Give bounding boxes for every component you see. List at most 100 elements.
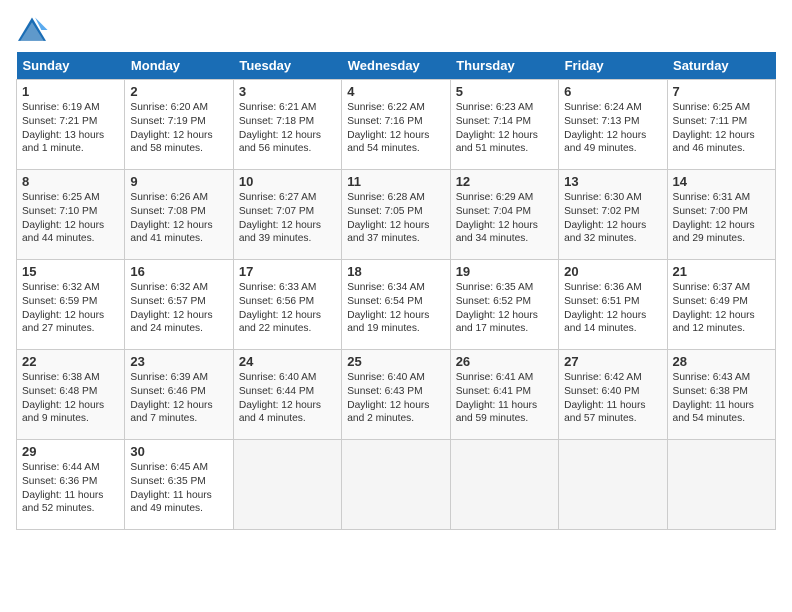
calendar-cell: 25 Sunrise: 6:40 AM Sunset: 6:43 PM Dayli… (342, 350, 450, 440)
day-number: 15 (22, 264, 119, 279)
day-number: 29 (22, 444, 119, 459)
calendar-cell: 8 Sunrise: 6:25 AM Sunset: 7:10 PM Daylig… (17, 170, 125, 260)
cell-content: Sunrise: 6:31 AM Sunset: 7:00 PM Dayligh… (673, 191, 770, 246)
day-number: 18 (347, 264, 444, 279)
calendar-table: Sunday Monday Tuesday Wednesday Thursday… (16, 52, 776, 530)
calendar-cell (233, 440, 341, 530)
week-row: 15 Sunrise: 6:32 AM Sunset: 6:59 PM Dayli… (17, 260, 776, 350)
day-number: 19 (456, 264, 553, 279)
day-number: 7 (673, 84, 770, 99)
calendar-cell: 6 Sunrise: 6:24 AM Sunset: 7:13 PM Daylig… (559, 80, 667, 170)
calendar-cell: 26 Sunrise: 6:41 AM Sunset: 6:41 PM Dayli… (450, 350, 558, 440)
cell-content: Sunrise: 6:29 AM Sunset: 7:04 PM Dayligh… (456, 191, 553, 246)
cell-content: Sunrise: 6:40 AM Sunset: 6:44 PM Dayligh… (239, 371, 336, 426)
day-number: 12 (456, 174, 553, 189)
day-number: 25 (347, 354, 444, 369)
cell-content: Sunrise: 6:39 AM Sunset: 6:46 PM Dayligh… (130, 371, 227, 426)
cell-content: Sunrise: 6:38 AM Sunset: 6:48 PM Dayligh… (22, 371, 119, 426)
col-friday: Friday (559, 52, 667, 80)
day-number: 6 (564, 84, 661, 99)
calendar-cell: 27Sunrise: 6:42 AM Sunset: 6:40 PM Dayli… (559, 350, 667, 440)
day-number: 9 (130, 174, 227, 189)
day-number: 3 (239, 84, 336, 99)
cell-content: Sunrise: 6:27 AM Sunset: 7:07 PM Dayligh… (239, 191, 336, 246)
day-number: 30 (130, 444, 227, 459)
calendar-cell: 17 Sunrise: 6:33 AM Sunset: 6:56 PM Dayli… (233, 260, 341, 350)
calendar-cell: 21Sunrise: 6:37 AM Sunset: 6:49 PM Dayli… (667, 260, 775, 350)
day-number: 1 (22, 84, 119, 99)
calendar-cell: 20Sunrise: 6:36 AM Sunset: 6:51 PM Dayli… (559, 260, 667, 350)
cell-content: Sunrise: 6:30 AM Sunset: 7:02 PM Dayligh… (564, 191, 661, 246)
calendar-cell: 3 Sunrise: 6:21 AM Sunset: 7:18 PM Daylig… (233, 80, 341, 170)
calendar-cell: 16Sunrise: 6:32 AM Sunset: 6:57 PM Dayli… (125, 260, 233, 350)
day-number: 22 (22, 354, 119, 369)
calendar-cell: 24 Sunrise: 6:40 AM Sunset: 6:44 PM Dayli… (233, 350, 341, 440)
calendar-cell: 2 Sunrise: 6:20 AM Sunset: 7:19 PM Daylig… (125, 80, 233, 170)
week-row: 8 Sunrise: 6:25 AM Sunset: 7:10 PM Daylig… (17, 170, 776, 260)
day-number: 14 (673, 174, 770, 189)
cell-content: Sunrise: 6:24 AM Sunset: 7:13 PM Dayligh… (564, 101, 661, 156)
day-number: 4 (347, 84, 444, 99)
cell-content: Sunrise: 6:25 AM Sunset: 7:11 PM Dayligh… (673, 101, 770, 156)
cell-content: Sunrise: 6:34 AM Sunset: 6:54 PM Dayligh… (347, 281, 444, 336)
calendar-cell (342, 440, 450, 530)
cell-content: Sunrise: 6:41 AM Sunset: 6:41 PM Dayligh… (456, 371, 553, 426)
calendar-cell (450, 440, 558, 530)
day-number: 26 (456, 354, 553, 369)
day-number: 5 (456, 84, 553, 99)
cell-content: Sunrise: 6:20 AM Sunset: 7:19 PM Dayligh… (130, 101, 227, 156)
calendar-cell (559, 440, 667, 530)
col-thursday: Thursday (450, 52, 558, 80)
day-number: 23 (130, 354, 227, 369)
col-monday: Monday (125, 52, 233, 80)
week-row: 22 Sunrise: 6:38 AM Sunset: 6:48 PM Dayli… (17, 350, 776, 440)
calendar-cell: 15 Sunrise: 6:32 AM Sunset: 6:59 PM Dayli… (17, 260, 125, 350)
logo-icon (16, 16, 48, 44)
calendar-cell: 10 Sunrise: 6:27 AM Sunset: 7:07 PM Dayli… (233, 170, 341, 260)
day-number: 24 (239, 354, 336, 369)
cell-content: Sunrise: 6:44 AM Sunset: 6:36 PM Dayligh… (22, 461, 119, 516)
col-wednesday: Wednesday (342, 52, 450, 80)
day-number: 10 (239, 174, 336, 189)
calendar-cell: 23 Sunrise: 6:39 AM Sunset: 6:46 PM Dayli… (125, 350, 233, 440)
calendar-cell: 29 Sunrise: 6:44 AM Sunset: 6:36 PM Dayli… (17, 440, 125, 530)
calendar-cell: 28Sunrise: 6:43 AM Sunset: 6:38 PM Dayli… (667, 350, 775, 440)
cell-content: Sunrise: 6:32 AM Sunset: 6:57 PM Dayligh… (130, 281, 227, 336)
day-number: 13 (564, 174, 661, 189)
cell-content: Sunrise: 6:33 AM Sunset: 6:56 PM Dayligh… (239, 281, 336, 336)
cell-content: Sunrise: 6:22 AM Sunset: 7:16 PM Dayligh… (347, 101, 444, 156)
calendar-cell: 22 Sunrise: 6:38 AM Sunset: 6:48 PM Dayli… (17, 350, 125, 440)
calendar-cell: 12 Sunrise: 6:29 AM Sunset: 7:04 PM Dayli… (450, 170, 558, 260)
day-number: 8 (22, 174, 119, 189)
header-row: Sunday Monday Tuesday Wednesday Thursday… (17, 52, 776, 80)
cell-content: Sunrise: 6:32 AM Sunset: 6:59 PM Dayligh… (22, 281, 119, 336)
logo (16, 16, 52, 44)
week-row: 1 Sunrise: 6:19 AM Sunset: 7:21 PM Daylig… (17, 80, 776, 170)
cell-content: Sunrise: 6:45 AM Sunset: 6:35 PM Dayligh… (130, 461, 227, 516)
cell-content: Sunrise: 6:23 AM Sunset: 7:14 PM Dayligh… (456, 101, 553, 156)
calendar-cell: 1 Sunrise: 6:19 AM Sunset: 7:21 PM Daylig… (17, 80, 125, 170)
col-saturday: Saturday (667, 52, 775, 80)
calendar-cell: 14 Sunrise: 6:31 AM Sunset: 7:00 PM Dayli… (667, 170, 775, 260)
cell-content: Sunrise: 6:19 AM Sunset: 7:21 PM Dayligh… (22, 101, 119, 156)
col-sunday: Sunday (17, 52, 125, 80)
cell-content: Sunrise: 6:43 AM Sunset: 6:38 PM Dayligh… (673, 371, 770, 426)
calendar-cell (667, 440, 775, 530)
day-number: 27 (564, 354, 661, 369)
day-number: 17 (239, 264, 336, 279)
calendar-cell: 11Sunrise: 6:28 AM Sunset: 7:05 PM Dayli… (342, 170, 450, 260)
week-row: 29 Sunrise: 6:44 AM Sunset: 6:36 PM Dayli… (17, 440, 776, 530)
cell-content: Sunrise: 6:28 AM Sunset: 7:05 PM Dayligh… (347, 191, 444, 246)
calendar-cell: 13 Sunrise: 6:30 AM Sunset: 7:02 PM Dayli… (559, 170, 667, 260)
cell-content: Sunrise: 6:21 AM Sunset: 7:18 PM Dayligh… (239, 101, 336, 156)
calendar-cell: 19Sunrise: 6:35 AM Sunset: 6:52 PM Dayli… (450, 260, 558, 350)
calendar-cell: 7 Sunrise: 6:25 AM Sunset: 7:11 PM Daylig… (667, 80, 775, 170)
cell-content: Sunrise: 6:25 AM Sunset: 7:10 PM Dayligh… (22, 191, 119, 246)
cell-content: Sunrise: 6:40 AM Sunset: 6:43 PM Dayligh… (347, 371, 444, 426)
cell-content: Sunrise: 6:37 AM Sunset: 6:49 PM Dayligh… (673, 281, 770, 336)
col-tuesday: Tuesday (233, 52, 341, 80)
day-number: 20 (564, 264, 661, 279)
calendar-body: 1 Sunrise: 6:19 AM Sunset: 7:21 PM Daylig… (17, 80, 776, 530)
day-number: 2 (130, 84, 227, 99)
calendar-cell: 5 Sunrise: 6:23 AM Sunset: 7:14 PM Daylig… (450, 80, 558, 170)
